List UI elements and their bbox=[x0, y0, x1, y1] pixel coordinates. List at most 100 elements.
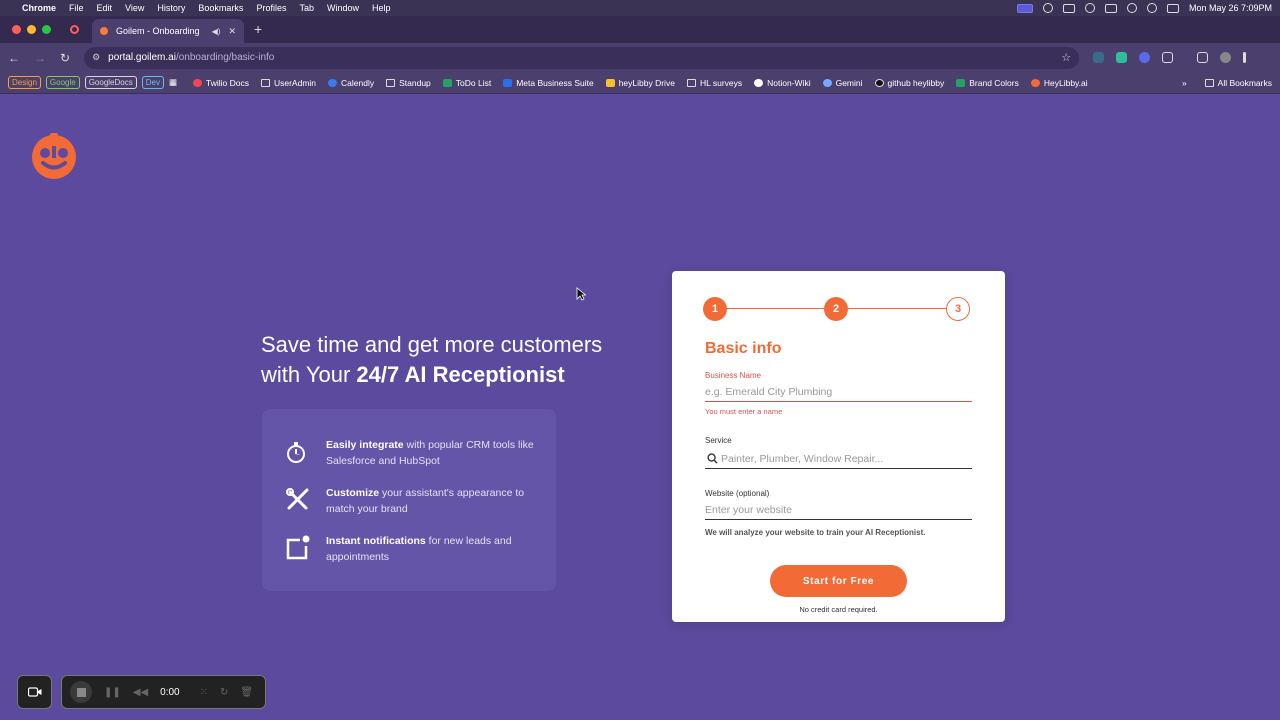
bookmark-label: HeyLibby.ai bbox=[1043, 77, 1088, 88]
bookmark-item[interactable]: Notion-Wiki bbox=[754, 78, 811, 88]
bookmark-folder[interactable]: HL surveys bbox=[686, 78, 742, 88]
recorder-camera-button[interactable] bbox=[17, 675, 52, 709]
forward-button[interactable]: → bbox=[34, 51, 46, 65]
menu-bookmarks[interactable]: Bookmarks bbox=[198, 3, 243, 13]
wifi-icon[interactable] bbox=[1126, 3, 1137, 13]
reload-button[interactable]: ↻ bbox=[60, 51, 70, 65]
trash-icon[interactable]: 🗑 bbox=[240, 687, 253, 698]
step-3[interactable]: 3 bbox=[946, 297, 970, 321]
bookmark-item[interactable]: Twilio Docs bbox=[193, 78, 249, 88]
step-2[interactable]: 2 bbox=[824, 297, 848, 321]
url-host: portal.goilem.ai bbox=[108, 52, 176, 63]
spotlight-icon[interactable] bbox=[1146, 3, 1157, 13]
menubar-clock[interactable]: Mon May 26 7:09PM bbox=[1189, 3, 1272, 13]
bookmark-label: Standup bbox=[399, 77, 431, 88]
stopwatch-icon bbox=[287, 442, 305, 463]
kebab-menu-icon[interactable] bbox=[1243, 52, 1247, 63]
bookmark-group-dev[interactable]: Dev bbox=[141, 76, 164, 89]
bookmarks-right: » All Bookmarks bbox=[1182, 78, 1272, 88]
bookmark-item[interactable]: Gemini bbox=[822, 77, 863, 88]
menu-tab[interactable]: Tab bbox=[299, 3, 314, 13]
folder-icon bbox=[1204, 78, 1214, 87]
window-controls bbox=[0, 25, 63, 34]
stop-icon bbox=[76, 687, 86, 697]
app-icon[interactable] bbox=[1062, 3, 1075, 13]
close-window-button[interactable] bbox=[12, 25, 21, 34]
puzzle-icon[interactable] bbox=[1162, 52, 1174, 63]
bookmark-star-icon[interactable]: ☆ bbox=[1061, 51, 1071, 64]
focus-icon[interactable] bbox=[1042, 3, 1053, 13]
bookmark-folder[interactable]: Standup bbox=[386, 78, 431, 88]
bookmark-item[interactable]: Meta Business Suite bbox=[503, 77, 594, 88]
apps-grid-icon[interactable]: ▦ bbox=[169, 77, 177, 88]
feature-integrate: Easily integrate with popular CRM tools … bbox=[284, 437, 536, 469]
service-label: Service bbox=[705, 436, 732, 445]
profile-avatar[interactable] bbox=[1220, 52, 1232, 63]
bookmark-label: Meta Business Suite bbox=[516, 77, 594, 88]
extensions-area bbox=[1093, 52, 1247, 63]
tab-title: Goilem - Onboarding bbox=[116, 26, 200, 36]
bookmark-item[interactable]: github heylibby bbox=[874, 78, 944, 88]
start-for-free-button[interactable]: Start for Free bbox=[770, 565, 907, 597]
tab-favicon-icon bbox=[100, 27, 108, 35]
screen-record-icon[interactable] bbox=[1016, 3, 1033, 13]
mouse-cursor-icon bbox=[576, 287, 586, 301]
feature-title: Customize bbox=[326, 487, 380, 499]
more-bookmarks-icon[interactable]: » bbox=[1182, 78, 1187, 88]
stop-recording-button[interactable] bbox=[70, 681, 92, 703]
menu-history[interactable]: History bbox=[157, 3, 185, 13]
grid-icon[interactable]: ⁙ bbox=[200, 687, 208, 698]
menu-help[interactable]: Help bbox=[372, 3, 391, 13]
minimize-window-button[interactable] bbox=[27, 25, 36, 34]
step-1[interactable]: 1 bbox=[703, 297, 727, 321]
bookmark-item[interactable]: heyLibby Drive bbox=[605, 78, 675, 88]
menu-edit[interactable]: Edit bbox=[97, 3, 113, 13]
control-icon[interactable] bbox=[1084, 3, 1095, 13]
zoom-window-button[interactable] bbox=[42, 25, 51, 34]
bookmark-folder[interactable]: UserAdmin bbox=[260, 78, 316, 88]
pause-icon[interactable]: ❚❚ bbox=[104, 687, 121, 698]
menu-app[interactable]: Chrome bbox=[22, 3, 56, 13]
hero-line-1: Save time and get more customers bbox=[261, 332, 603, 357]
bookmark-item[interactable]: ToDo List bbox=[442, 78, 491, 88]
website-input[interactable] bbox=[705, 500, 972, 520]
extension-icon[interactable] bbox=[1139, 52, 1151, 63]
extension-icon[interactable] bbox=[1116, 52, 1128, 63]
sheets-icon bbox=[442, 78, 452, 87]
site-info-icon[interactable]: ⚙ bbox=[92, 52, 100, 63]
service-input[interactable] bbox=[705, 449, 972, 469]
bookmark-group-google[interactable]: Google bbox=[45, 76, 80, 89]
onboarding-card: 1 2 3 Basic info Business Name You must … bbox=[672, 271, 1005, 622]
recording-indicator-icon bbox=[70, 25, 79, 34]
folder-icon bbox=[260, 78, 270, 87]
feature-title: Instant notifications bbox=[326, 535, 426, 547]
tab-goilem-onboarding[interactable]: Goilem - Onboarding ◀) ✕ bbox=[92, 19, 244, 43]
recorder-controls: ❚❚ ◀◀ 0:00 ⁙ ↻ 🗑 bbox=[61, 675, 266, 709]
menu-profiles[interactable]: Profiles bbox=[256, 3, 286, 13]
business-name-input[interactable] bbox=[705, 382, 972, 402]
bookmark-item[interactable]: HeyLibby.ai bbox=[1030, 77, 1088, 88]
bookmark-label: Gemini bbox=[835, 77, 863, 88]
all-bookmarks-folder[interactable]: All Bookmarks bbox=[1204, 77, 1272, 88]
menu-view[interactable]: View bbox=[125, 3, 144, 13]
battery-icon[interactable] bbox=[1104, 3, 1117, 13]
tab-close-icon[interactable]: ✕ bbox=[228, 26, 236, 37]
goilem-logo-icon[interactable] bbox=[30, 132, 78, 180]
menu-file[interactable]: File bbox=[69, 3, 84, 13]
back-button[interactable]: ← bbox=[8, 51, 20, 65]
bookmark-item[interactable]: Brand Colors bbox=[956, 78, 1019, 88]
new-tab-button[interactable]: + bbox=[254, 21, 262, 37]
bookmark-label: All Bookmarks bbox=[1217, 77, 1272, 88]
tab-audio-icon[interactable]: ◀) bbox=[212, 27, 221, 36]
side-panel-icon[interactable] bbox=[1197, 52, 1209, 63]
bookmark-item[interactable]: Calendly bbox=[328, 78, 374, 88]
bookmark-group-googledocs[interactable]: GoogleDocs bbox=[84, 76, 137, 89]
bookmark-group-design[interactable]: Design bbox=[8, 76, 41, 89]
menu-window[interactable]: Window bbox=[327, 3, 359, 13]
address-bar[interactable]: ⚙ portal.goilem.ai/onboarding/basic-info… bbox=[84, 46, 1080, 69]
extension-icon[interactable] bbox=[1093, 52, 1105, 63]
feature-title: Easily integrate bbox=[326, 439, 404, 451]
rewind-icon[interactable]: ◀◀ bbox=[133, 687, 148, 698]
control-center-icon[interactable] bbox=[1166, 3, 1179, 13]
restart-icon[interactable]: ↻ bbox=[220, 687, 228, 698]
